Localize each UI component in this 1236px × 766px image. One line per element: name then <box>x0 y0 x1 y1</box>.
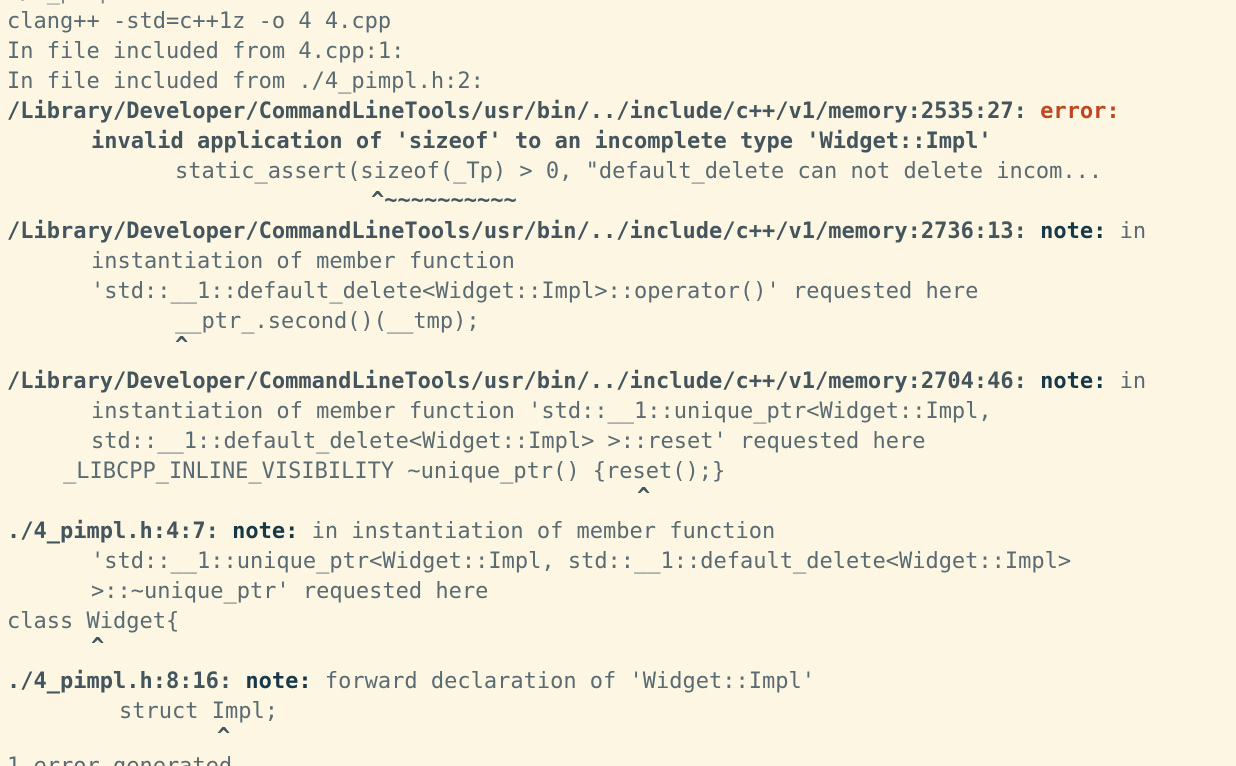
note-location: ./4_pimpl.h:4:7: <box>7 519 219 544</box>
note-caret: ^ <box>91 634 105 659</box>
error-line: /Library/Developer/CommandLineTools/usr/… <box>7 97 1120 127</box>
note-line: /Library/Developer/CommandLineTools/usr/… <box>7 367 1146 397</box>
note-message: forward declaration of 'Widget::Impl' <box>311 669 815 694</box>
note-message: instantiation of member function <box>91 249 515 274</box>
error-message: invalid application of 'sizeof' to an in… <box>91 129 992 154</box>
note-caret: ^ <box>175 333 189 358</box>
note-message: >::~unique_ptr' requested here <box>91 579 489 604</box>
note-line: ./4_pimpl.h:8:16: note: forward declarat… <box>7 667 815 697</box>
note-tail: in <box>1106 369 1147 394</box>
note-code-snippet: __ptr_.second()(__tmp); <box>175 309 480 334</box>
note-label: note: <box>1040 219 1107 244</box>
error-location: /Library/Developer/CommandLineTools/usr/… <box>7 99 1027 124</box>
note-caret: ^ <box>217 724 231 749</box>
include-trace-1: In file included from 4.cpp:1: <box>7 39 405 64</box>
note-location: ./4_pimpl.h:8:16: <box>7 669 233 694</box>
terminal-output: …/4_pimpl.h:2: error: ……… clang++ -std=c… <box>0 0 1236 766</box>
note-label: note: <box>1040 369 1107 394</box>
note-line: /Library/Developer/CommandLineTools/usr/… <box>7 217 1146 247</box>
note-label: note: <box>245 669 312 694</box>
clipped-bottom-line: 1 error generated. <box>7 752 245 766</box>
note-message: std::__1::default_delete<Widget::Impl> >… <box>91 429 926 454</box>
note-message: in instantiation of member function <box>298 519 776 544</box>
note-tail: in <box>1106 219 1147 244</box>
note-code-snippet: _LIBCPP_INLINE_VISIBILITY ~unique_ptr() … <box>63 459 726 484</box>
note-message: instantiation of member function 'std::_… <box>91 399 992 424</box>
compile-command: clang++ -std=c++1z -o 4 4.cpp <box>7 9 392 34</box>
note-message: 'std::__1::unique_ptr<Widget::Impl, std:… <box>91 549 1072 574</box>
note-location: /Library/Developer/CommandLineTools/usr/… <box>7 369 1027 394</box>
error-label: error: <box>1040 99 1120 124</box>
error-caret: ^~~~~~~~~~~ <box>371 188 517 213</box>
note-location: /Library/Developer/CommandLineTools/usr/… <box>7 219 1027 244</box>
note-caret: ^ <box>637 484 651 509</box>
note-line: ./4_pimpl.h:4:7: note: in instantiation … <box>7 517 775 547</box>
note-label: note: <box>232 519 299 544</box>
note-code-snippet: struct Impl; <box>119 699 278 724</box>
note-message: 'std::__1::default_delete<Widget::Impl>:… <box>91 279 979 304</box>
include-trace-2: In file included from ./4_pimpl.h:2: <box>7 69 484 94</box>
error-code-snippet: static_assert(sizeof(_Tp) > 0, "default_… <box>175 159 1103 184</box>
